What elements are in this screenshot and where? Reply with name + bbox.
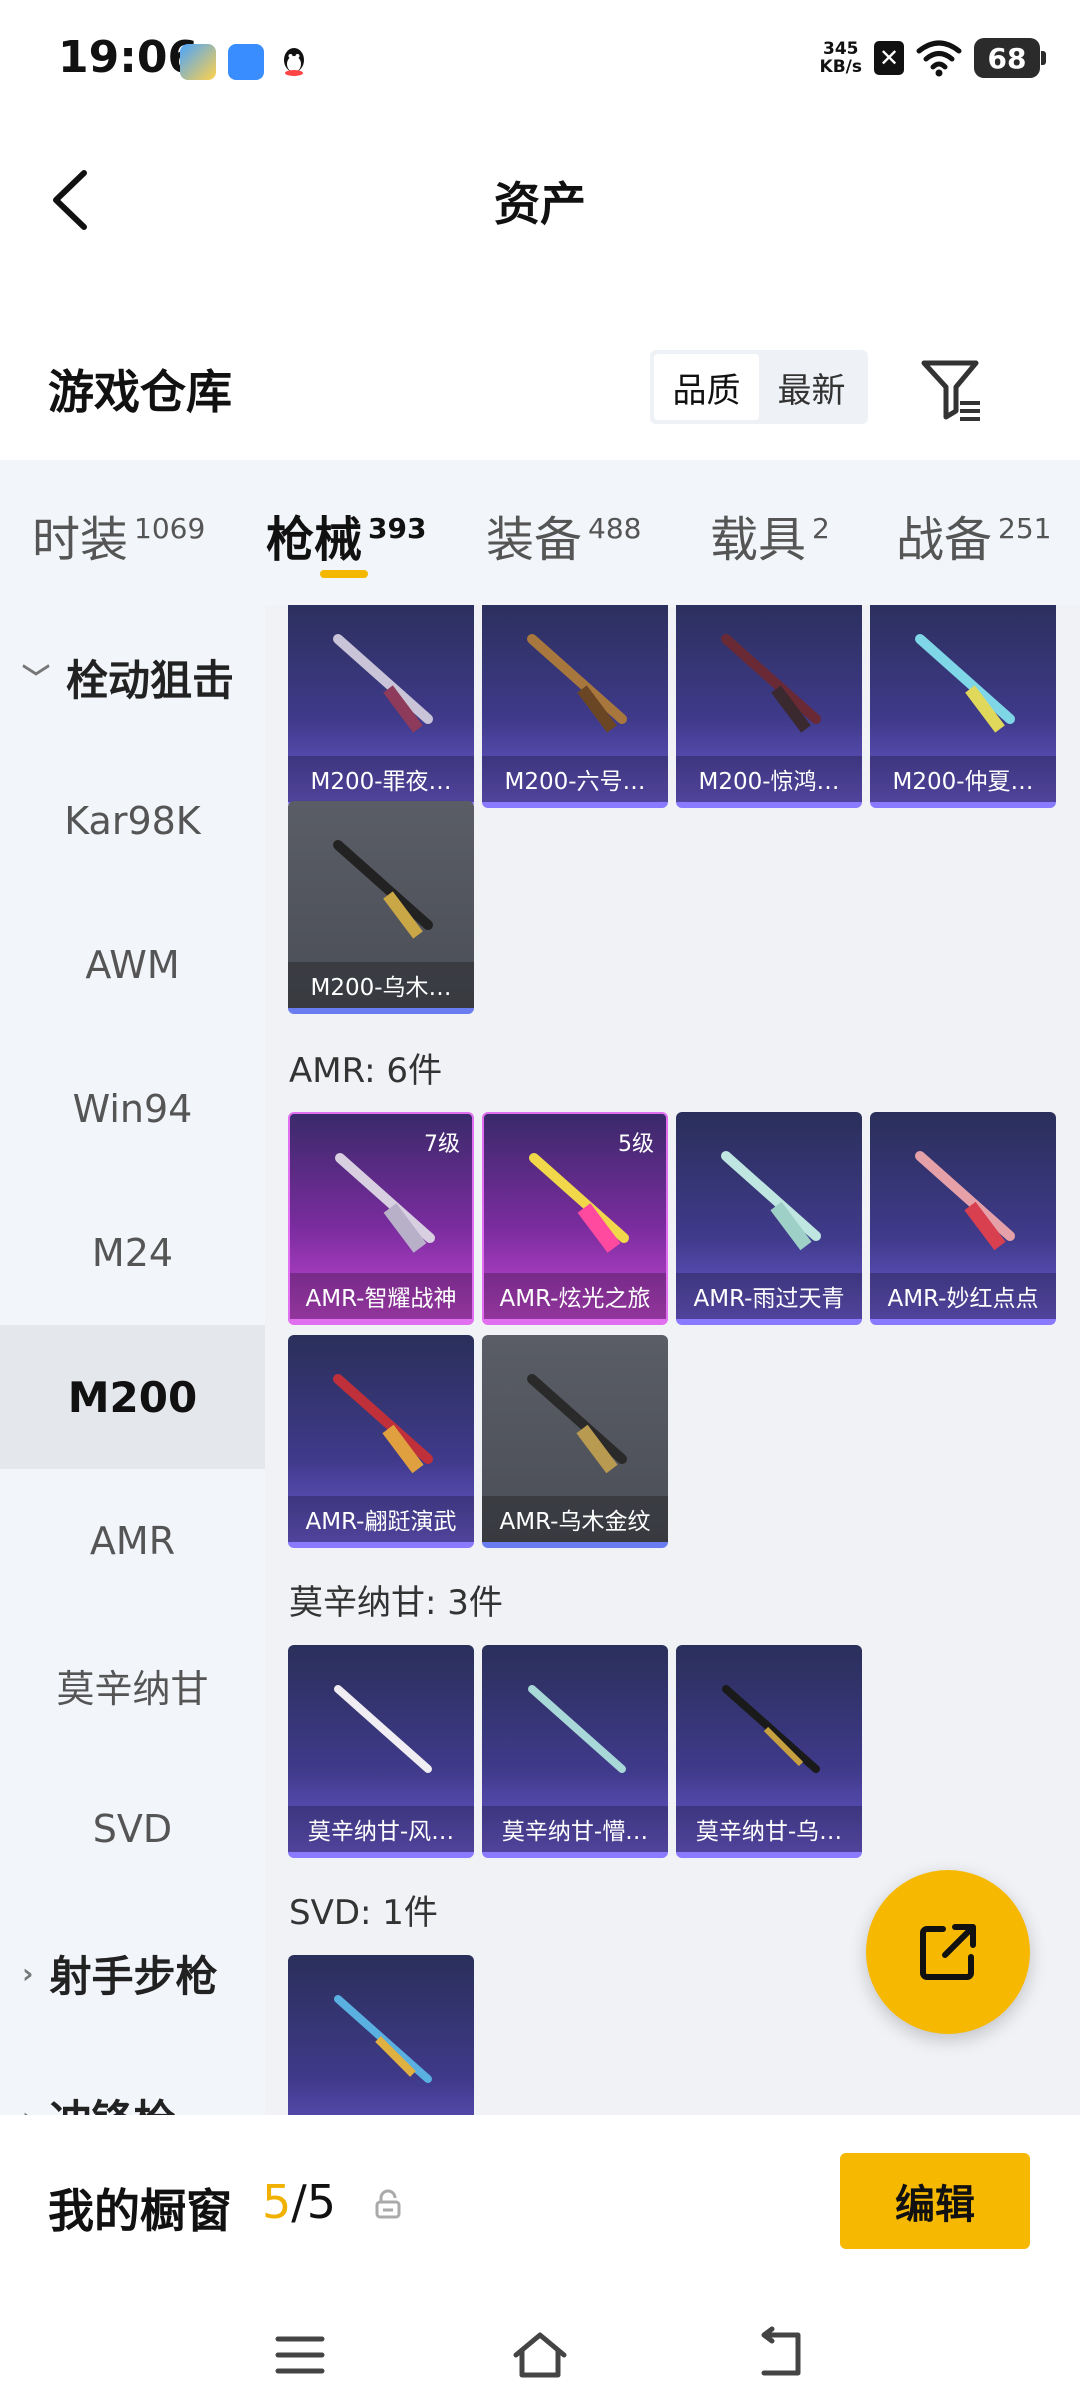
skin-card[interactable]: M200-仲夏… [870, 605, 1056, 808]
showcase-bar: 我的橱窗 5/5 编辑 [0, 2115, 1080, 2295]
group-title-svd: SVD: 1件 [289, 1893, 438, 1933]
sidebar-item-m24[interactable]: M24 [0, 1181, 265, 1325]
edit-button[interactable]: 编辑 [840, 2153, 1030, 2249]
sidebar-item-svd[interactable]: SVD [0, 1757, 265, 1901]
skin-card[interactable]: M200-六号… [482, 605, 668, 808]
rifle-icon [334, 1995, 432, 2083]
skin-card[interactable]: AMR-妙红点点 [870, 1112, 1056, 1325]
clock: 19:06 [58, 32, 199, 83]
tab-fashion[interactable]: 时装 1069 [32, 500, 205, 570]
skin-card[interactable]: M200-乌木… [288, 801, 474, 1014]
skin-card[interactable]: M200-惊鸿… [676, 605, 862, 808]
rifle-icon [334, 1685, 432, 1773]
chevron-right-icon: › [22, 1956, 34, 1990]
rifle-icon [527, 634, 627, 733]
rifle-icon [722, 1685, 820, 1773]
rifle-icon [721, 634, 821, 733]
sidebar-item-awm[interactable]: AWM [0, 893, 265, 1037]
rifle-icon [333, 840, 433, 939]
skin-card[interactable]: 莫辛纳甘-懵… [482, 1645, 668, 1858]
tab-equipment[interactable]: 装备 488 [486, 500, 641, 570]
lock-icon [375, 2189, 401, 2219]
wifi-icon [916, 40, 962, 77]
skin-card[interactable]: AMR-乌木金纹 [482, 1335, 668, 1548]
share-icon [920, 1924, 976, 1980]
tab-supplies[interactable]: 战备 251 [896, 500, 1051, 570]
skin-card[interactable]: M200-罪夜… [288, 605, 474, 808]
showcase-label: 我的橱窗 [48, 2184, 232, 2238]
system-nav-bar [0, 2295, 1080, 2408]
group-title-amr: AMR: 6件 [289, 1051, 443, 1091]
sidebar-item-win94[interactable]: Win94 [0, 1037, 265, 1181]
sidebar-group-bolt-sniper[interactable]: ﹀ 栓动狙击 [0, 605, 265, 749]
chevron-right-icon: › [22, 2101, 34, 2116]
sidebar-item-m200[interactable]: M200 [0, 1325, 265, 1469]
back-nav-icon[interactable] [750, 2325, 810, 2385]
filter-icon [921, 360, 980, 421]
showcase-count: 5/5 [262, 2175, 337, 2229]
browser-notification-icon [228, 44, 264, 80]
rifle-icon [915, 634, 1015, 733]
tab-firearms[interactable]: 枪械 393 [266, 500, 426, 570]
share-button[interactable] [866, 1870, 1030, 2034]
sidebar-item-kar98k[interactable]: Kar98K [0, 749, 265, 893]
category-tabs: 时装 1069 枪械 393 装备 488 载具 2 战备 251 [0, 460, 1080, 605]
section-title: 游戏仓库 [48, 365, 232, 419]
skin-card[interactable]: 5级 AMR-炫光之旅 [482, 1112, 668, 1325]
rifle-icon [335, 1153, 435, 1253]
qq-notification-icon [276, 44, 312, 80]
filter-button[interactable] [918, 355, 988, 425]
skin-card[interactable]: 莫辛纳甘-风… [288, 1645, 474, 1858]
skin-card[interactable]: 7级 AMR-智耀战神 [288, 1112, 474, 1325]
rifle-icon [915, 1151, 1015, 1251]
group-title-mosin: 莫辛纳甘: 3件 [289, 1583, 503, 1623]
rifle-icon [529, 1153, 629, 1253]
page-title: 资产 [494, 177, 586, 231]
skin-card[interactable] [288, 1955, 474, 2115]
home-icon[interactable] [510, 2325, 570, 2385]
tab-vehicles[interactable]: 载具 2 [710, 500, 830, 570]
active-tab-indicator [320, 570, 368, 578]
sidebar-item-mosin[interactable]: 莫辛纳甘 [0, 1613, 265, 1757]
skin-card[interactable]: AMR-翩跹演武 [288, 1335, 474, 1548]
sidebar-item-amr[interactable]: AMR [0, 1469, 265, 1613]
rifle-icon [333, 1374, 433, 1474]
sort-by-quality[interactable]: 品质 [654, 354, 759, 420]
rifle-icon [721, 1151, 821, 1251]
no-sim-icon: ✕ [874, 41, 904, 75]
skin-card[interactable]: AMR-雨过天青 [676, 1112, 862, 1325]
sidebar-group-marksman[interactable]: › 射手步枪 [0, 1901, 265, 2045]
weapon-sidebar: ﹀ 栓动狙击 Kar98K AWM Win94 M24 M200 AMR 莫辛纳甘… [0, 605, 265, 2115]
app-notification-icon [180, 44, 216, 80]
sort-by-newest[interactable]: 最新 [759, 354, 864, 420]
skin-card[interactable]: 莫辛纳甘-乌… [676, 1645, 862, 1858]
sort-toggle: 品质 最新 [650, 350, 868, 424]
chevron-down-icon: ﹀ [22, 662, 51, 695]
battery-indicator: 68 [974, 38, 1046, 78]
rifle-icon [333, 634, 433, 733]
sidebar-group-smg[interactable]: ›冲锋枪 [0, 2045, 265, 2116]
status-bar: 19:06 345 KB/s ✕ 68 [0, 0, 1080, 120]
network-speed: 345 KB/s [819, 39, 862, 77]
rifle-icon [528, 1685, 626, 1773]
rifle-icon [527, 1374, 627, 1474]
menu-icon[interactable] [270, 2325, 330, 2385]
